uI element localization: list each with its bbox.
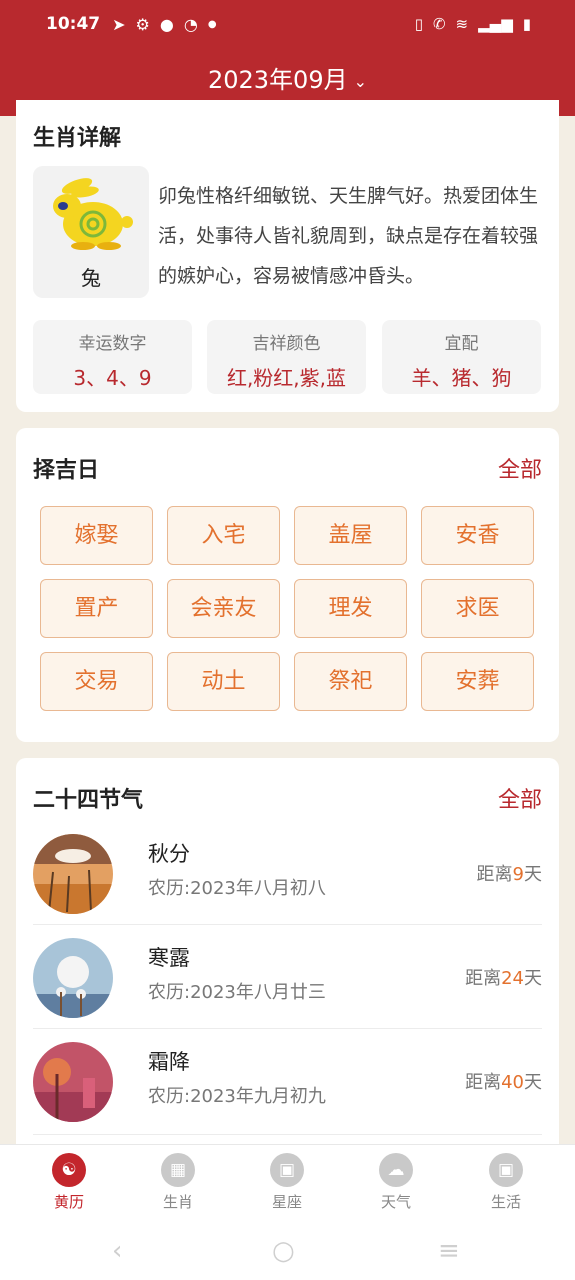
system-nav-bar: ‹ ○ ≡	[0, 1220, 575, 1280]
wifi-icon: ≋	[455, 15, 469, 33]
distance-days: 40	[501, 1072, 524, 1093]
solar-term-item[interactable]: 秋分 农历:2023年八月初八 距离9天	[33, 834, 542, 938]
tag-button[interactable]: 祭祀	[294, 652, 407, 711]
chevron-down-icon: ⌄	[353, 71, 368, 91]
telegram-icon: ➤	[112, 14, 126, 34]
nav-item-constellation[interactable]: ▣ 星座	[247, 1153, 327, 1212]
month-title: 2023年09月	[207, 66, 348, 94]
status-time: 10:47	[46, 14, 101, 34]
nav-item-weather[interactable]: ☁ 天气	[356, 1153, 436, 1212]
nav-label: 黄历	[53, 1193, 84, 1211]
tag-button[interactable]: 会亲友	[167, 579, 280, 638]
divider	[33, 1134, 542, 1135]
solar-term-item[interactable]: 霜降 农历:2023年九月初九 距离40天	[33, 1042, 542, 1146]
auspicious-more-link[interactable]: 全部	[498, 452, 542, 484]
status-bar: 10:47 ➤ ⚙ ● ◔ ● ▯ ✆ ≋ ▂▄▆ ▮	[0, 0, 575, 48]
vibrate-icon: ▯	[414, 15, 423, 33]
nav-item-life[interactable]: ▣ 生活	[466, 1153, 546, 1212]
lucky-number-box: 幸运数字 3、4、9	[33, 320, 192, 394]
solar-term-name: 秋分	[148, 842, 190, 866]
tag-button[interactable]: 嫁娶	[40, 506, 153, 565]
solar-term-lunar-date: 农历:2023年八月廿三	[148, 982, 326, 1003]
solar-term-distance: 距离9天	[476, 864, 542, 885]
divider	[33, 1028, 542, 1029]
divider	[33, 924, 542, 925]
solar-terms-card: 二十四节气 全部 秋分 农历:2023年八月初八 距离9天 寒露 农历:2023…	[16, 758, 559, 1158]
info-value: 红,粉红,紫,蓝	[226, 366, 347, 390]
battery-icon: ▮	[522, 15, 531, 33]
solar-terms-more-link[interactable]: 全部	[498, 782, 542, 814]
tag-button[interactable]: 置产	[40, 579, 153, 638]
briefcase-icon: ▣	[270, 1153, 304, 1187]
info-value: 羊、猪、狗	[411, 366, 512, 390]
solar-term-lunar-date: 农历:2023年九月初九	[148, 1086, 326, 1107]
match-box: 宜配 羊、猪、狗	[382, 320, 541, 394]
tag-button[interactable]: 动土	[167, 652, 280, 711]
wifi-call-icon: ✆	[432, 15, 446, 33]
tag-button[interactable]: 入宅	[167, 506, 280, 565]
nav-label: 生肖	[162, 1193, 193, 1211]
yin-yang-icon: ☯	[52, 1153, 86, 1187]
tag-button[interactable]: 安香	[421, 506, 534, 565]
lucky-color-box: 吉祥颜色 红,粉红,紫,蓝	[207, 320, 366, 394]
solar-term-image	[33, 938, 113, 1018]
cloud-icon: ☁	[379, 1153, 413, 1187]
solar-term-name: 寒露	[148, 946, 190, 970]
tag-button[interactable]: 求医	[421, 579, 534, 638]
gear-icon: ⚙	[135, 14, 150, 34]
zodiac-card: 生肖详解 兔 卯兔性格纤细敏锐、天生脾气好。热爱团体生活，处事待人皆礼貌周到，缺…	[16, 100, 559, 412]
briefcase-icon: ▣	[489, 1153, 523, 1187]
info-value: 3、4、9	[73, 366, 152, 390]
rabbit-icon	[53, 178, 133, 250]
info-label: 宜配	[444, 334, 479, 354]
solar-term-image	[33, 1042, 113, 1122]
zodiac-description: 卯兔性格纤细敏锐、天生脾气好。热爱团体生活，处事待人皆礼貌周到，缺点是存在着较强…	[158, 185, 539, 287]
solar-term-distance: 距离24天	[465, 968, 542, 989]
dot-icon: ●	[207, 18, 217, 30]
distance-days: 9	[512, 864, 524, 885]
info-label: 吉祥颜色	[252, 334, 321, 354]
auspicious-section-title: 择吉日	[33, 458, 100, 483]
auspicious-card: 择吉日 全部 嫁娶 入宅 盖屋 安香 置产 会亲友 理发 求医 交易 动土 祭祀…	[16, 428, 559, 742]
app-header: 10:47 ➤ ⚙ ● ◔ ● ▯ ✆ ≋ ▂▄▆ ▮ 2023年09月 ⌄	[0, 0, 575, 116]
nav-label: 天气	[380, 1193, 411, 1211]
tag-button[interactable]: 交易	[40, 652, 153, 711]
solar-term-name: 霜降	[148, 1050, 190, 1074]
zodiac-section-title: 生肖详解	[33, 126, 122, 151]
tag-button[interactable]: 安葬	[421, 652, 534, 711]
bottom-nav: ☯ 黄历 ▦ 生肖 ▣ 星座 ☁ 天气 ▣ 生活	[0, 1144, 575, 1220]
solar-term-distance: 距离40天	[465, 1072, 542, 1093]
location-icon: ●	[159, 14, 174, 34]
info-label: 幸运数字	[78, 334, 147, 354]
solar-terms-section-title: 二十四节气	[33, 788, 144, 813]
nav-label: 生活	[490, 1193, 521, 1211]
calendar-icon: ▦	[161, 1153, 195, 1187]
zodiac-name: 兔	[81, 266, 101, 290]
speed-icon: ◔	[183, 14, 198, 34]
recents-icon[interactable]: ≡	[438, 1236, 460, 1266]
nav-item-almanac[interactable]: ☯ 黄历	[29, 1153, 109, 1212]
solar-term-lunar-date: 农历:2023年八月初八	[148, 878, 326, 899]
home-icon[interactable]: ○	[272, 1236, 295, 1266]
zodiac-avatar: 兔	[33, 166, 149, 298]
back-icon[interactable]: ‹	[112, 1236, 122, 1266]
nav-label: 星座	[271, 1193, 302, 1211]
solar-term-item[interactable]: 寒露 农历:2023年八月廿三 距离24天	[33, 938, 542, 1042]
distance-days: 24	[501, 968, 524, 989]
month-selector[interactable]: 2023年09月 ⌄	[0, 60, 575, 95]
nav-item-zodiac[interactable]: ▦ 生肖	[138, 1153, 218, 1212]
solar-term-image	[33, 834, 113, 914]
signal-icon: ▂▄▆	[478, 15, 513, 33]
tag-button[interactable]: 盖屋	[294, 506, 407, 565]
tag-button[interactable]: 理发	[294, 579, 407, 638]
